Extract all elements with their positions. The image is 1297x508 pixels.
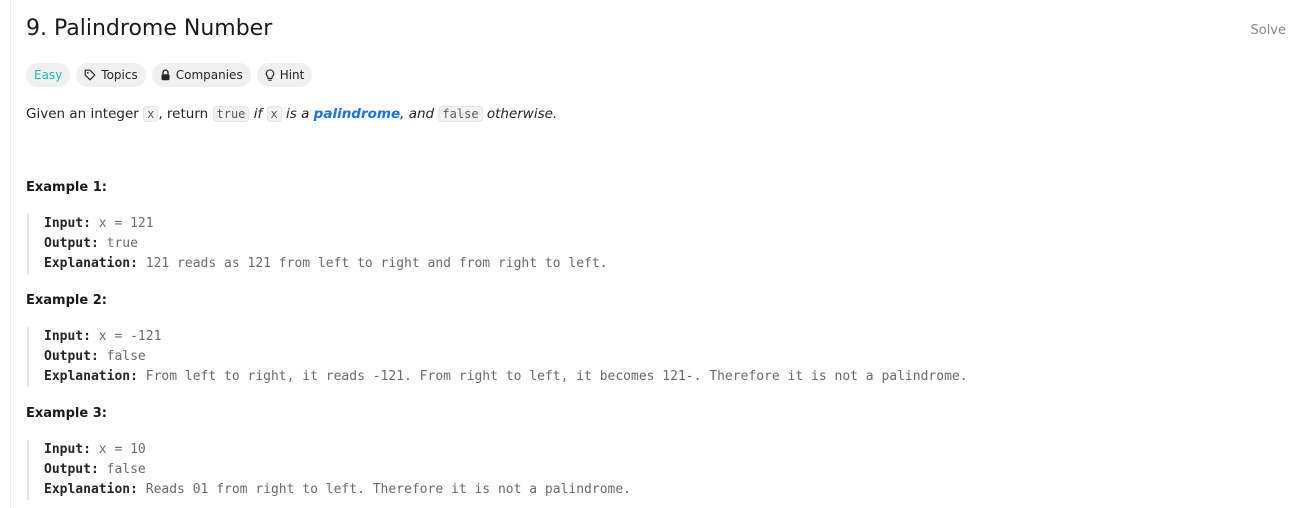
output-label: Output: (44, 236, 99, 251)
difficulty-label: Easy (34, 68, 63, 82)
explanation-label: Explanation: (44, 256, 138, 271)
explanation-label: Explanation: (44, 482, 138, 497)
example-heading: Example 1: (26, 180, 107, 195)
explanation-text: From left to right, it reads -121. From … (145, 369, 968, 384)
inline-code: true (212, 106, 250, 122)
inline-code: x (143, 106, 159, 122)
companies-label: Companies (175, 68, 243, 82)
example-heading: Example 3: (26, 406, 107, 421)
input-value: x = 10 (98, 442, 146, 457)
output-value: false (106, 349, 146, 364)
difficulty-badge: Easy (26, 63, 71, 87)
statement-text: is a (281, 106, 314, 122)
problem-statement: Given an integer x, return true if x is … (26, 104, 557, 124)
example-heading: Example 2: (26, 293, 107, 308)
hint-label: Hint (279, 68, 305, 82)
explanation-text: Reads 01 from right to left. Therefore i… (145, 482, 632, 497)
statement-text: , return (158, 106, 213, 122)
output-value: false (106, 462, 146, 477)
input-value: x = -121 (98, 329, 162, 344)
statement-text: if (249, 106, 267, 122)
example-block: Input: x = 10 Output: false Explanation:… (27, 440, 631, 500)
input-label: Input: (44, 442, 91, 457)
explanation-label: Explanation: (44, 369, 138, 384)
statement-text: otherwise. (482, 106, 558, 122)
lock-icon (160, 69, 171, 81)
inline-code: x (266, 106, 282, 122)
tag-row: Easy Topics Companies Hint (26, 63, 313, 87)
explanation-text: 121 reads as 121 from left to right and … (145, 256, 608, 271)
input-label: Input: (44, 216, 91, 231)
palindrome-link[interactable]: palindrome (314, 106, 400, 122)
inline-code: false (438, 106, 483, 122)
solve-status: Solve (1250, 23, 1286, 38)
example-block: Input: x = -121 Output: false Explanatio… (27, 327, 968, 387)
output-value: true (106, 236, 138, 251)
problem-title: 9. Palindrome Number (26, 16, 273, 41)
output-label: Output: (44, 462, 99, 477)
topics-button[interactable]: Topics (76, 63, 146, 87)
hint-button[interactable]: Hint (256, 63, 313, 87)
tag-icon (84, 69, 96, 81)
example-block: Input: x = 121 Output: true Explanation:… (27, 214, 608, 274)
lightbulb-icon (265, 68, 275, 82)
input-value: x = 121 (98, 216, 154, 231)
statement-text: , and (400, 106, 439, 122)
companies-button[interactable]: Companies (151, 63, 251, 87)
input-label: Input: (44, 329, 91, 344)
topics-label: Topics (101, 68, 138, 82)
panel-divider (10, 0, 11, 508)
output-label: Output: (44, 349, 99, 364)
statement-text: Given an integer (26, 106, 144, 122)
